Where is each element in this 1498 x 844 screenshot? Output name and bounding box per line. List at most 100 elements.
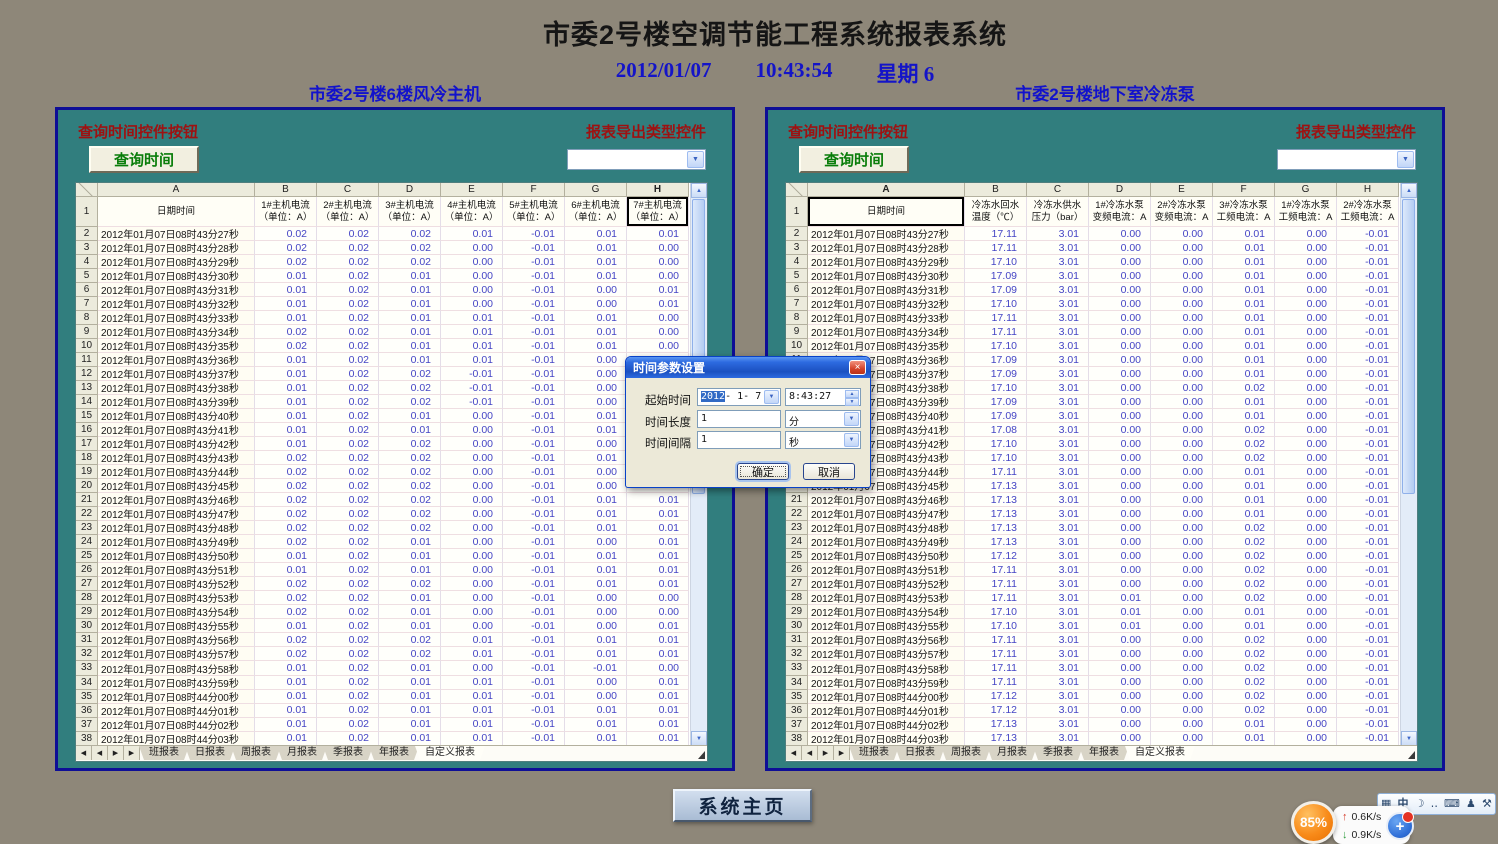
tab-nav-first-icon[interactable]: ◀ (76, 746, 92, 760)
row-header-24[interactable]: 24 (76, 535, 98, 549)
row-header-7[interactable]: 7 (786, 297, 808, 311)
value-cell[interactable]: 0.00 (1151, 395, 1213, 409)
value-cell[interactable]: -0.01 (1337, 381, 1399, 395)
value-cell[interactable]: 3.01 (1027, 283, 1089, 297)
row-header-1[interactable]: 1 (786, 197, 808, 227)
value-cell[interactable]: 0.02 (379, 395, 441, 409)
value-cell[interactable]: -0.01 (503, 423, 565, 437)
value-cell[interactable]: 0.01 (1213, 297, 1275, 311)
value-cell[interactable]: 0.02 (317, 437, 379, 451)
row-header-26[interactable]: 26 (76, 563, 98, 577)
value-cell[interactable]: 0.00 (1275, 269, 1337, 283)
value-cell[interactable]: 0.00 (1089, 437, 1151, 451)
value-cell[interactable]: 0.00 (1089, 549, 1151, 563)
value-cell[interactable]: 3.01 (1027, 577, 1089, 591)
value-cell[interactable]: 0.02 (1213, 549, 1275, 563)
tab-resize-handle[interactable] (698, 751, 705, 759)
time-length-unit-combobox[interactable]: 分 ▼ (785, 410, 861, 428)
value-cell[interactable]: 0.01 (565, 409, 627, 423)
header-cell-F1[interactable]: 3#冷冻水泵工频电流：A (1213, 197, 1275, 227)
value-cell[interactable]: 0.00 (441, 493, 503, 507)
value-cell[interactable]: -0.01 (503, 521, 565, 535)
value-cell[interactable]: 0.01 (379, 605, 441, 619)
value-cell[interactable]: 3.01 (1027, 409, 1089, 423)
value-cell[interactable]: 0.02 (317, 353, 379, 367)
value-cell[interactable]: 0.00 (1275, 339, 1337, 353)
header-cell-C1[interactable]: 冷冻水供水压力（bar） (1027, 197, 1089, 227)
value-cell[interactable]: 0.01 (1213, 241, 1275, 255)
value-cell[interactable]: 0.00 (1089, 269, 1151, 283)
value-cell[interactable]: 0.01 (255, 704, 317, 718)
value-cell[interactable]: 0.01 (255, 661, 317, 675)
value-cell[interactable]: 0.00 (1151, 409, 1213, 423)
date-cell[interactable]: 2012年01月07日08时44分01秒 (808, 704, 965, 718)
row-header-25[interactable]: 25 (786, 549, 808, 563)
date-cell[interactable]: 2012年01月07日08时43分59秒 (808, 676, 965, 690)
value-cell[interactable]: -0.01 (503, 255, 565, 269)
value-cell[interactable]: 17.10 (965, 619, 1027, 633)
value-cell[interactable]: 0.01 (441, 227, 503, 241)
header-cell-B1[interactable]: 1#主机电流（单位：A） (255, 197, 317, 227)
value-cell[interactable]: 0.02 (255, 647, 317, 661)
value-cell[interactable]: 0.01 (565, 451, 627, 465)
value-cell[interactable]: 0.00 (1275, 619, 1337, 633)
value-cell[interactable]: -0.01 (503, 465, 565, 479)
row-header-35[interactable]: 35 (786, 690, 808, 704)
value-cell[interactable]: 0.00 (441, 465, 503, 479)
value-cell[interactable]: 0.02 (317, 227, 379, 241)
value-cell[interactable]: 0.01 (1213, 619, 1275, 633)
value-cell[interactable]: 0.00 (1151, 269, 1213, 283)
value-cell[interactable]: 0.02 (317, 676, 379, 690)
row-header-30[interactable]: 30 (76, 619, 98, 633)
date-cell[interactable]: 2012年01月07日08时43分31秒 (98, 283, 255, 297)
value-cell[interactable]: -0.01 (1337, 437, 1399, 451)
value-cell[interactable]: -0.01 (1337, 676, 1399, 690)
value-cell[interactable]: 0.00 (1089, 325, 1151, 339)
value-cell[interactable]: 0.00 (1275, 241, 1337, 255)
value-cell[interactable]: 0.01 (379, 269, 441, 283)
date-cell[interactable]: 2012年01月07日08时43分41秒 (98, 423, 255, 437)
value-cell[interactable]: 0.00 (1151, 732, 1213, 746)
date-cell[interactable]: 2012年01月07日08时43分50秒 (98, 549, 255, 563)
value-cell[interactable]: 0.01 (441, 633, 503, 647)
row-header-38[interactable]: 38 (786, 732, 808, 746)
value-cell[interactable]: 0.01 (379, 661, 441, 675)
value-cell[interactable]: 0.00 (1275, 311, 1337, 325)
value-cell[interactable]: -0.01 (1337, 591, 1399, 605)
value-cell[interactable]: 0.00 (1275, 732, 1337, 746)
value-cell[interactable]: 0.01 (255, 690, 317, 704)
value-cell[interactable]: 0.02 (379, 633, 441, 647)
value-cell[interactable]: 3.01 (1027, 465, 1089, 479)
value-cell[interactable]: 0.00 (441, 409, 503, 423)
value-cell[interactable]: 0.02 (379, 381, 441, 395)
column-header-C[interactable]: C (317, 183, 379, 197)
value-cell[interactable]: 0.00 (441, 269, 503, 283)
value-cell[interactable]: 0.01 (379, 283, 441, 297)
value-cell[interactable]: 0.01 (1213, 465, 1275, 479)
header-cell-C1[interactable]: 2#主机电流（单位：A） (317, 197, 379, 227)
value-cell[interactable]: 17.10 (965, 437, 1027, 451)
value-cell[interactable]: 0.00 (1275, 493, 1337, 507)
row-header-5[interactable]: 5 (76, 269, 98, 283)
date-cell[interactable]: 2012年01月07日08时43分52秒 (98, 577, 255, 591)
value-cell[interactable]: -0.01 (1337, 521, 1399, 535)
value-cell[interactable]: 0.00 (1275, 395, 1337, 409)
value-cell[interactable]: 0.00 (1089, 676, 1151, 690)
value-cell[interactable]: 0.01 (627, 732, 689, 746)
date-cell[interactable]: 2012年01月07日08时43分43秒 (98, 451, 255, 465)
value-cell[interactable]: 0.00 (627, 325, 689, 339)
value-cell[interactable]: -0.01 (1337, 535, 1399, 549)
value-cell[interactable]: -0.01 (503, 479, 565, 493)
value-cell[interactable]: 3.01 (1027, 479, 1089, 493)
value-cell[interactable]: 0.01 (255, 367, 317, 381)
date-cell[interactable]: 2012年01月07日08时43分29秒 (98, 255, 255, 269)
value-cell[interactable]: 0.00 (1275, 367, 1337, 381)
value-cell[interactable]: 0.01 (379, 297, 441, 311)
value-cell[interactable]: -0.01 (441, 381, 503, 395)
value-cell[interactable]: 0.00 (1151, 437, 1213, 451)
tab-nav-prev-icon[interactable]: ◀ (92, 746, 108, 760)
value-cell[interactable]: 3.01 (1027, 339, 1089, 353)
start-date-combobox[interactable]: 2012- 1- 7 ▼ (697, 388, 781, 406)
date-cell[interactable]: 2012年01月07日08时43分44秒 (98, 465, 255, 479)
row-header-27[interactable]: 27 (76, 577, 98, 591)
